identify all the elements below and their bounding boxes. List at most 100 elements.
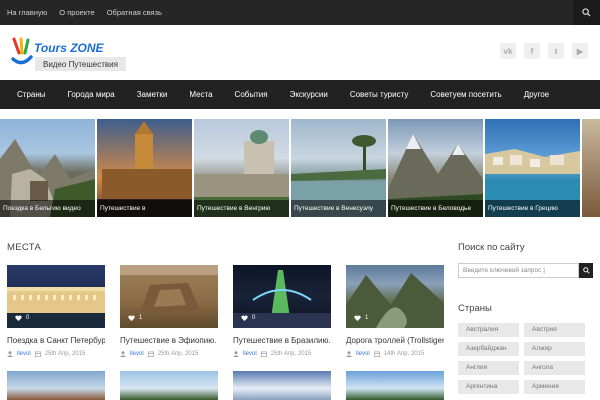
post-card[interactable]: 1 Путешествие в Эфиопию. llevol 25th Апр… [120,265,218,365]
top-link-home[interactable]: На главную [7,8,47,17]
country-tag[interactable]: Армения [524,380,585,394]
search-input[interactable]: Введите ключевой запрос | [458,263,579,278]
slide-greece[interactable]: Путешествие в Грецию [485,119,580,217]
heart-icon [15,315,22,321]
search-button[interactable] [579,263,593,278]
post-date: 25th Апр, 2015 [270,351,312,357]
section-title: МЕСТА [7,242,42,253]
vk-icon[interactable]: vk [500,43,516,59]
facebook-icon[interactable]: f [524,43,540,59]
twitter-icon[interactable]: t [548,43,564,59]
post-author[interactable]: llevol [356,351,370,357]
logo-mark-icon [11,37,33,65]
slide-caption: Путешествие в [97,200,192,217]
post-date: 25th Апр, 2015 [157,351,199,357]
like-counter[interactable]: 0 [241,315,255,321]
like-counter[interactable]: 1 [354,315,368,321]
post-image[interactable]: 1 [120,265,218,328]
nav-item-recommend[interactable]: Советуем посетить [419,90,512,99]
top-search-button[interactable] [573,0,600,25]
post-card[interactable]: 0 Путешествие в Бразилию. llevol 25th Ап… [233,265,331,365]
site-header: Tours ZONE Видео Путешествия vk f t ▶ [0,25,600,80]
like-counter[interactable]: 1 [128,315,142,321]
post-image[interactable] [346,371,444,400]
logo-tagline: Видео Путешествия [35,57,126,71]
social-links: vk f t ▶ [500,43,588,59]
post-card[interactable]: 1 Дорога троллей (Trollstigen) llevol 14… [346,265,444,365]
search-icon [582,267,590,274]
slide-venezuela[interactable]: Путешествие в Венесуэлу [291,119,386,217]
slide-belovodye[interactable]: Путешествие в Беловодье [388,119,483,217]
nav-item-tips[interactable]: Советы туристу [339,90,420,99]
post-image[interactable] [233,371,331,400]
slide-2[interactable]: Путешествие в [97,119,192,217]
slide-hungary[interactable]: Путешествие в Венгрию [194,119,289,217]
heart-icon [128,315,135,321]
post-meta: llevol 25th Апр, 2015 [233,351,311,357]
search-icon [582,8,591,17]
heart-icon [354,315,361,321]
post-author[interactable]: llevol [17,351,31,357]
main-nav: Страны Города мира Заметки Места События… [0,80,600,109]
top-links: На главную О проекте Обратная связь [7,0,162,25]
logo-name: Tours ZONE [34,41,104,55]
user-icon [233,351,239,357]
post-meta: llevol 25th Апр, 2015 [120,351,198,357]
slide-belgium[interactable]: Поездка в Бельгию видео [0,119,95,217]
post-card[interactable]: 0 Поездка в Санкт Петербург llevol 25th … [7,265,105,365]
nav-item-other[interactable]: Другое [513,90,560,99]
top-link-feedback[interactable]: Обратная связь [107,8,162,17]
nav-item-excursions[interactable]: Экскурсии [279,90,339,99]
heart-icon [241,315,248,321]
user-icon [346,351,352,357]
country-tag[interactable]: Алжир [524,342,585,356]
calendar-icon [147,351,154,357]
user-icon [7,351,13,357]
nav-item-countries[interactable]: Страны [6,90,57,99]
like-count: 1 [139,315,143,321]
country-tag[interactable]: Австралия [458,323,519,337]
slide-caption: Путешествие в Венгрию [194,200,289,217]
top-bar: На главную О проекте Обратная связь [0,0,600,25]
post-title[interactable]: Путешествие в Бразилию. [233,336,331,345]
like-count: 0 [252,315,256,321]
post-title[interactable]: Путешествие в Эфиопию. [120,336,218,345]
post-author[interactable]: llevol [130,351,144,357]
calendar-icon [260,351,267,357]
countries-widget-title: Страны [458,303,492,314]
posts-grid: 0 Поездка в Санкт Петербург llevol 25th … [7,265,447,365]
slide-caption: Путешествие в Грецию [485,200,580,217]
site-logo[interactable]: Tours ZONE Видео Путешествия [11,37,126,71]
country-tag[interactable]: Англия [458,361,519,375]
nav-item-cities[interactable]: Города мира [57,90,126,99]
youtube-icon[interactable]: ▶ [572,43,588,59]
slide-caption: Путешествие в Венесуэлу [291,200,386,217]
slide-7[interactable] [582,119,600,217]
posts-row-2 [7,371,447,400]
post-image[interactable]: 0 [7,265,105,328]
post-image[interactable]: 0 [233,265,331,328]
post-title[interactable]: Дорога троллей (Trollstigen) [346,336,444,345]
post-meta: llevol 25th Апр, 2015 [7,351,85,357]
post-image[interactable] [120,371,218,400]
like-counter[interactable]: 0 [15,315,29,321]
post-author[interactable]: llevol [243,351,257,357]
country-tag[interactable]: Азербайджан [458,342,519,356]
post-date: 25th Апр, 2015 [44,351,86,357]
post-image[interactable] [7,371,105,400]
post-meta: llevol 14th Апр, 2015 [346,351,424,357]
nav-item-events[interactable]: События [224,90,279,99]
featured-slider: Поездка в Бельгию видео Путешествие в Пу… [0,119,600,217]
like-count: 1 [365,315,369,321]
country-tag[interactable]: Ангола [524,361,585,375]
post-date: 14th Апр, 2015 [383,351,425,357]
user-icon [120,351,126,357]
country-tag[interactable]: Австрия [524,323,585,337]
like-count: 0 [26,315,30,321]
post-title[interactable]: Поездка в Санкт Петербург [7,336,105,345]
top-link-about[interactable]: О проекте [59,8,94,17]
post-image[interactable]: 1 [346,265,444,328]
country-tag[interactable]: Аргентина [458,380,519,394]
nav-item-notes[interactable]: Заметки [126,90,179,99]
nav-item-places[interactable]: Места [178,90,223,99]
